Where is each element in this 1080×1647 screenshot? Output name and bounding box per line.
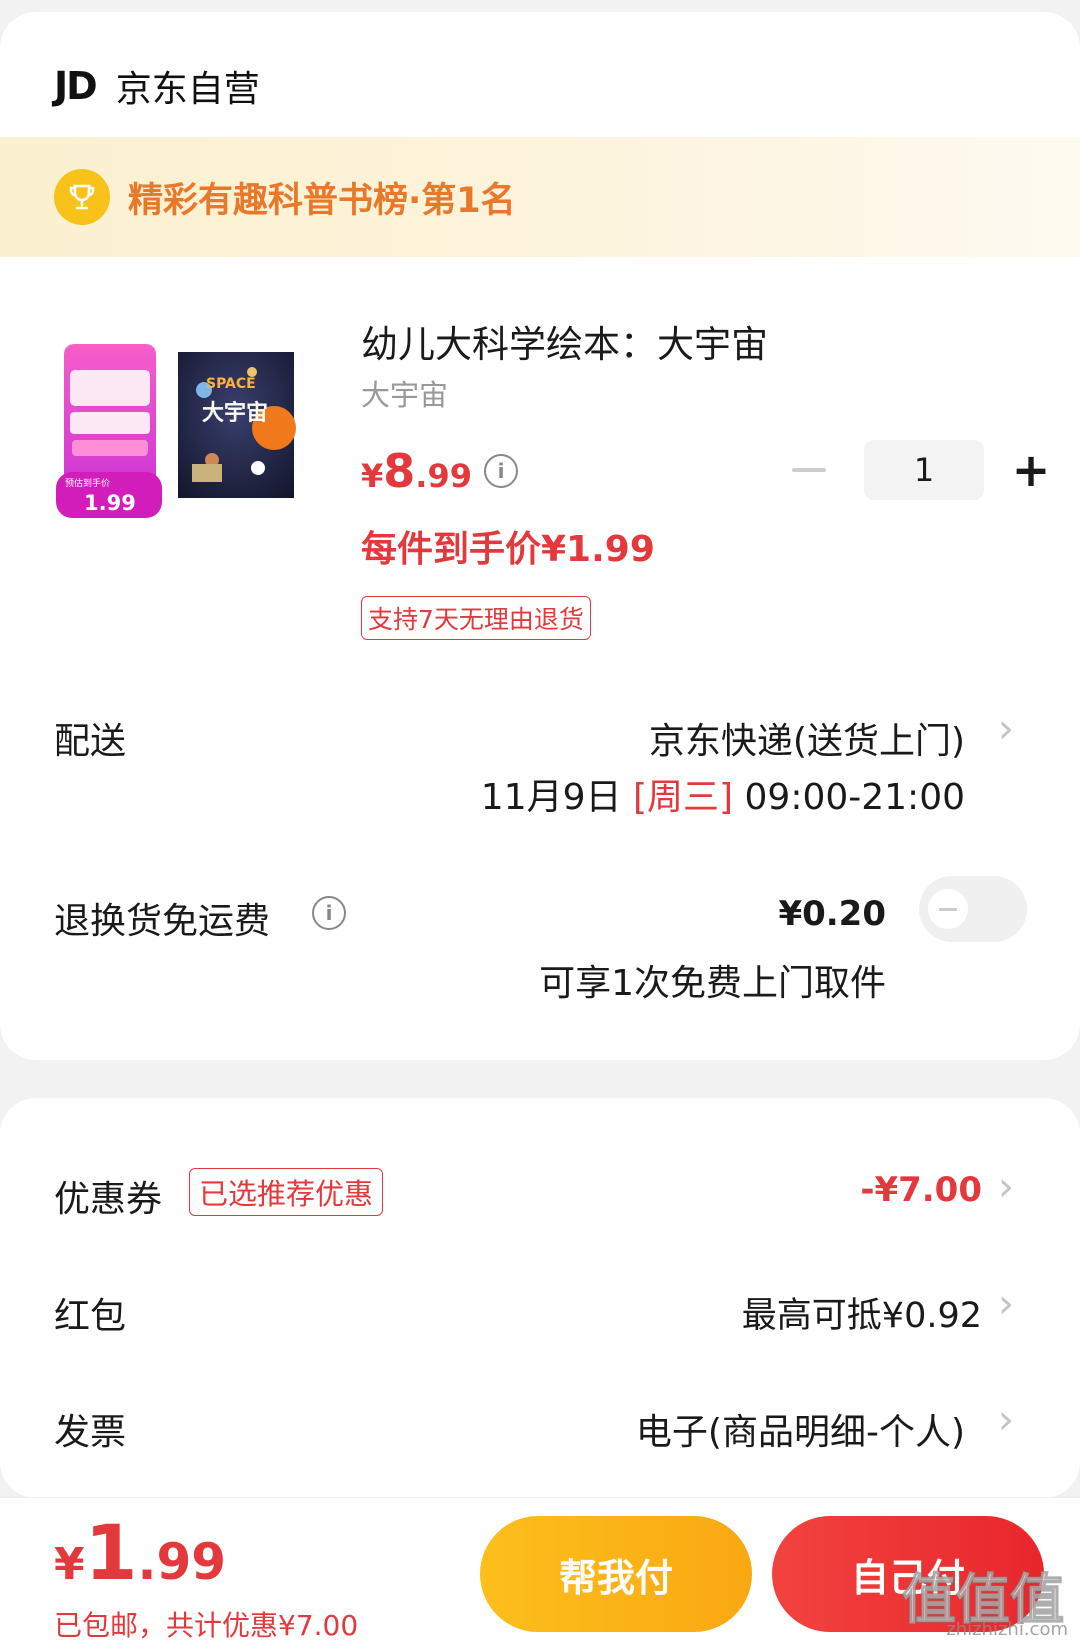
red-packet-chevron-icon[interactable]: › <box>998 1281 1014 1327</box>
watermark-url: zhizhizhi.com <box>946 1619 1068 1640</box>
coupon-label: 优惠券 <box>54 1179 163 1220</box>
coupon-value[interactable]: -¥7.00 <box>860 1170 982 1210</box>
total-price: ¥ 1 .99 <box>54 1508 226 1597</box>
red-packet-label: 红包 <box>54 1296 127 1337</box>
price-tag-value: 1.99 <box>84 491 136 515</box>
quantity-stepper: 1 + <box>792 440 1056 500</box>
return-shipping-note: 可享1次免费上门取件 <box>539 963 886 1004</box>
total-note: 已包邮，共计优惠¥7.00 <box>54 1609 359 1642</box>
quantity-input[interactable]: 1 <box>864 440 984 500</box>
delivery-time[interactable]: 11月9日 [周三] 09:00-21:00 <box>481 768 965 820</box>
rank-text: 精彩有趣科普书榜·第1名 <box>128 180 516 221</box>
price-currency: ¥ <box>361 457 384 495</box>
price-tag-label: 预估到手价 <box>65 477 110 489</box>
total-integer: 1 <box>84 1508 138 1597</box>
jd-logo: JD <box>54 64 98 108</box>
discount-card: 优惠券 已选推荐优惠 -¥7.00 › 红包 最高可抵¥0.92 › 发票 电子… <box>0 1098 1080 1498</box>
delivery-date: 11月9日 <box>480 777 622 818</box>
price-integer: 8 <box>383 444 416 498</box>
delivery-chevron-icon[interactable]: › <box>998 706 1014 752</box>
return-shipping-toggle[interactable] <box>919 876 1027 942</box>
minus-icon[interactable] <box>792 468 826 472</box>
store-name: 京东自营 <box>115 69 260 110</box>
return-policy-badge: 支持7天无理由退货 <box>361 596 591 640</box>
total-currency: ¥ <box>54 1539 85 1590</box>
invoice-chevron-icon[interactable]: › <box>998 1397 1014 1443</box>
red-packet-value[interactable]: 最高可抵¥0.92 <box>742 1287 982 1338</box>
per-item-price: 每件到手价¥1.99 <box>361 529 655 570</box>
total-decimal: .99 <box>137 1533 227 1591</box>
return-shipping-price: ¥0.20 <box>778 894 886 934</box>
product-spec: 大宇宙 <box>361 378 449 412</box>
cover-title-en: SPACE <box>206 376 256 392</box>
order-item-card: JD 京东自营 精彩有趣科普书榜·第1名 预估到手价 1.99 SPACE 大宇… <box>0 12 1080 1060</box>
cover-title-cn: 大宇宙 <box>202 400 268 426</box>
delivery-label: 配送 <box>54 721 127 762</box>
plus-icon[interactable]: + <box>1006 445 1056 495</box>
product-price: ¥ 8 .99 <box>361 444 472 498</box>
product-image[interactable]: 预估到手价 1.99 SPACE 大宇宙 <box>52 342 314 552</box>
delivery-time-range: 09:00-21:00 <box>744 777 965 818</box>
store-header[interactable]: JD 京东自营 <box>54 56 260 116</box>
return-shipping-info-icon[interactable]: i <box>312 896 346 930</box>
delivery-weekday: [周三] <box>632 777 734 818</box>
toggle-knob <box>928 889 968 929</box>
delivery-method[interactable]: 京东快递(送货上门) <box>649 712 965 764</box>
return-shipping-label: 退换货免运费 <box>54 901 271 942</box>
price-info-icon[interactable]: i <box>484 454 518 488</box>
coupon-chevron-icon[interactable]: › <box>998 1164 1014 1210</box>
invoice-label: 发票 <box>54 1412 127 1453</box>
rank-banner[interactable]: 精彩有趣科普书榜·第1名 <box>0 137 1080 257</box>
coupon-recommended-tag: 已选推荐优惠 <box>189 1168 384 1216</box>
price-decimal: .99 <box>415 457 472 495</box>
invoice-value[interactable]: 电子(商品明细-个人) <box>636 1403 965 1455</box>
trophy-icon <box>54 169 110 225</box>
product-title[interactable]: 幼儿大科学绘本：大宇宙 <box>361 314 768 368</box>
help-pay-button[interactable]: 帮我付 <box>480 1516 752 1632</box>
